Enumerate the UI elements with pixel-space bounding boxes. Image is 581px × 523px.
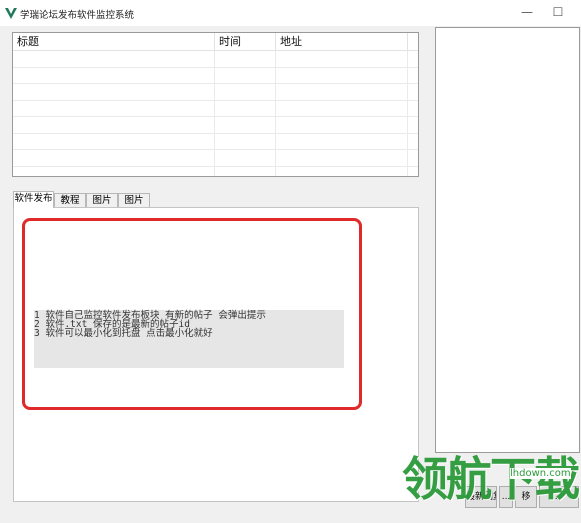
table-cell <box>13 84 215 100</box>
table-cell <box>13 100 215 116</box>
table-cell <box>215 166 276 176</box>
title-bar: 学瑞论坛发布软件监控系统 — ☐ <box>0 0 581 26</box>
table-cell <box>13 67 215 83</box>
table-cell <box>276 51 408 67</box>
table-cell <box>215 51 276 67</box>
table-row[interactable] <box>13 166 418 176</box>
column-header-title[interactable]: 标题 <box>13 33 215 51</box>
table-cell <box>276 84 408 100</box>
table-row[interactable] <box>13 51 418 68</box>
table-cell <box>13 133 215 149</box>
tab-software-release[interactable]: 软件发布 <box>13 191 54 208</box>
table-cell <box>13 117 215 133</box>
tab-tutorial[interactable]: 教程 <box>54 193 86 208</box>
table-row[interactable] <box>13 150 418 167</box>
table-row[interactable] <box>13 67 418 84</box>
minimize-button[interactable]: — <box>518 3 536 21</box>
table-row[interactable] <box>13 117 418 134</box>
table-body <box>13 51 418 176</box>
notification-panel[interactable] <box>435 27 580 453</box>
highlight-frame <box>22 218 362 410</box>
table-cell <box>215 150 276 166</box>
app-logo-icon <box>5 8 17 19</box>
table-cell <box>276 67 408 83</box>
window-title: 学瑞论坛发布软件监控系统 <box>20 10 135 21</box>
table-cell <box>276 100 408 116</box>
table-cell <box>215 133 276 149</box>
table-cell <box>13 150 215 166</box>
tab-image-1[interactable]: 图片 <box>86 193 118 208</box>
table-cell <box>215 84 276 100</box>
table-header: 标题 时间 地址 <box>13 33 418 51</box>
table-row[interactable] <box>13 100 418 117</box>
column-header-address[interactable]: 地址 <box>276 33 408 51</box>
table-row[interactable] <box>13 133 418 150</box>
table-cell <box>215 67 276 83</box>
table-cell <box>276 133 408 149</box>
watermark-logo: 领航下载 <box>402 456 580 502</box>
watermark-logo-text: 领航下载 <box>402 452 580 506</box>
table-cell <box>215 117 276 133</box>
table-cell <box>13 51 215 67</box>
table-row[interactable] <box>13 84 418 101</box>
maximize-button[interactable]: ☐ <box>549 3 567 21</box>
watermark-site: lhdown.com <box>510 468 571 479</box>
tab-image-2[interactable]: 图片 <box>118 193 150 208</box>
table-cell <box>276 117 408 133</box>
table-cell <box>215 100 276 116</box>
table-cell <box>13 166 215 176</box>
posts-table[interactable]: 标题 时间 地址 <box>12 32 419 177</box>
column-header-time[interactable]: 时间 <box>215 33 276 51</box>
table-cell <box>276 166 408 176</box>
table-cell <box>276 150 408 166</box>
